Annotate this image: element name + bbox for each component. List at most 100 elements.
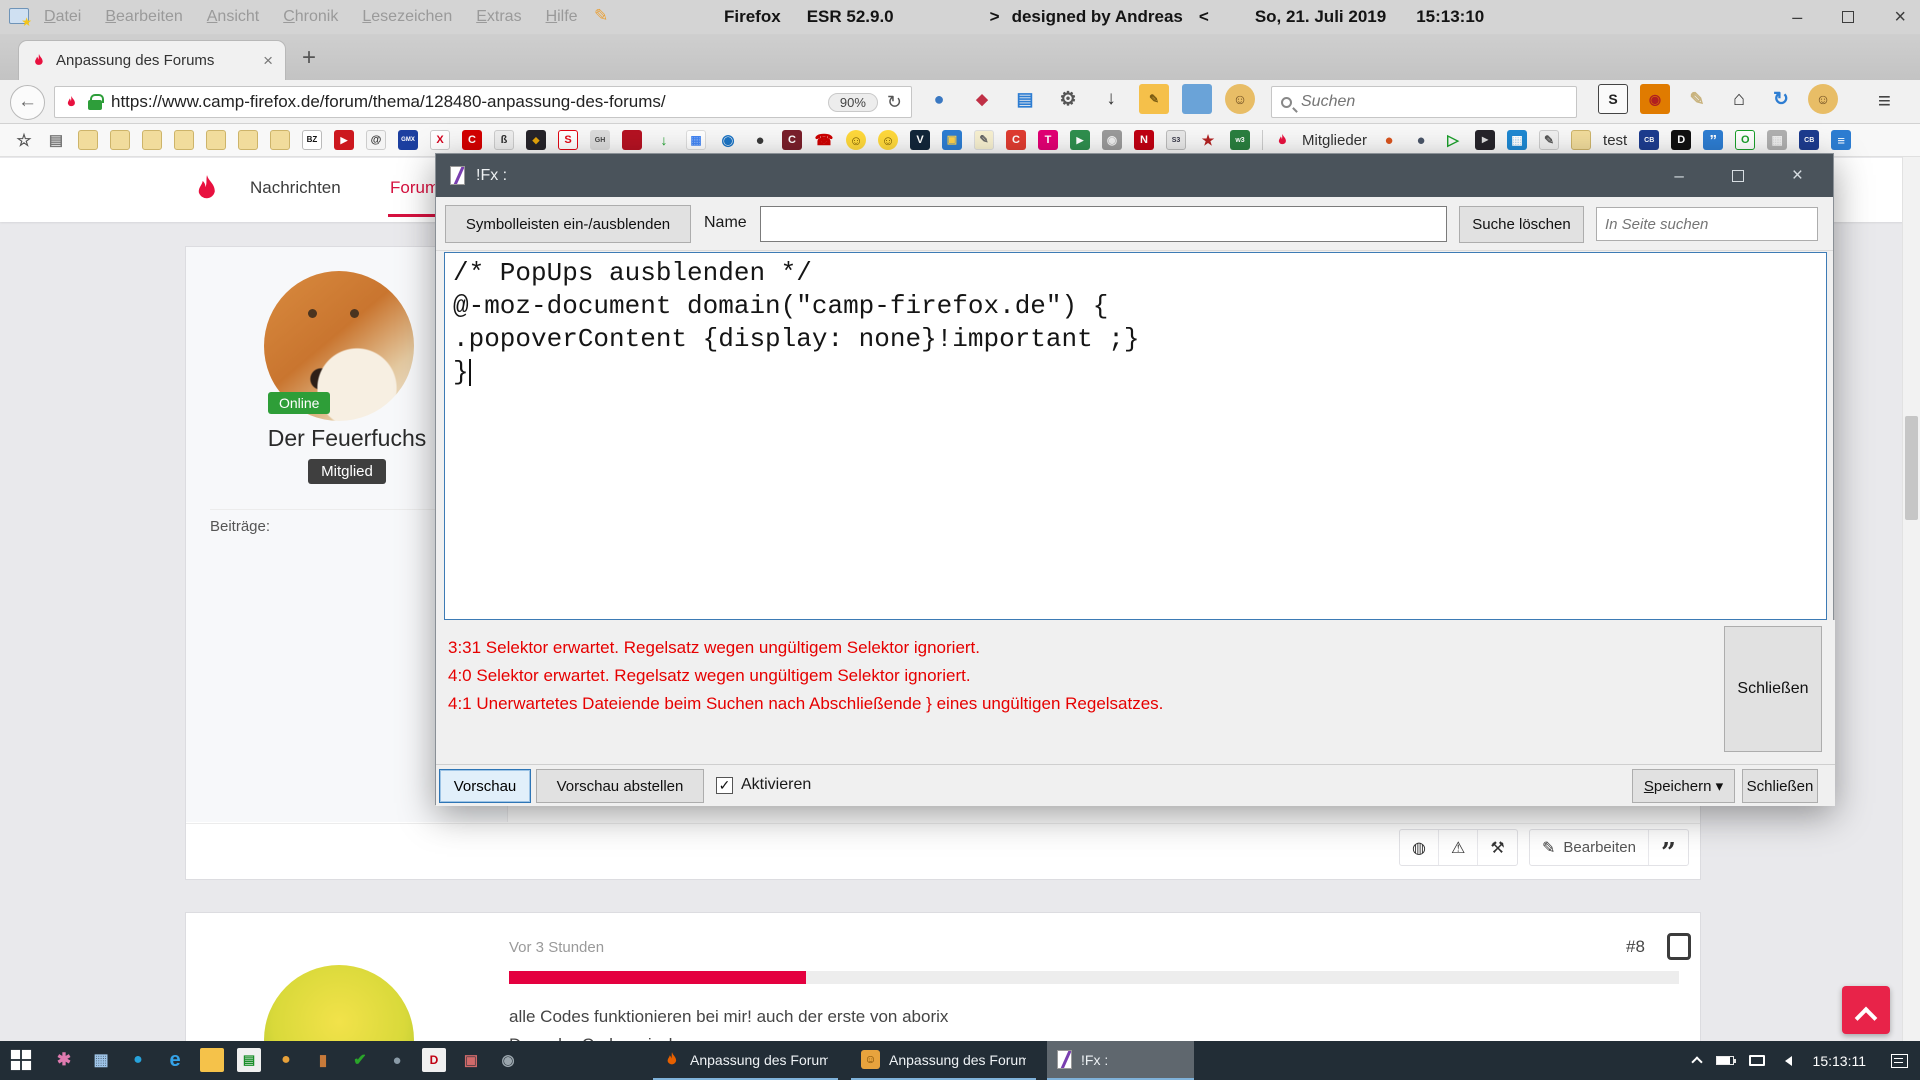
bookmark-folder-icon[interactable] [110,130,130,150]
monkey-icon[interactable]: ☺ [1225,84,1255,114]
smiley-favicon[interactable]: ☺ [846,130,866,150]
url-input[interactable] [111,92,819,112]
addon-red-icon[interactable]: ◆ [967,84,997,114]
sparkasse-favicon[interactable]: S [558,130,578,150]
search-input[interactable] [1301,93,1567,111]
maximize-icon[interactable] [1842,11,1854,23]
bookmark-folder-icon[interactable] [78,130,98,150]
book-icon[interactable]: ▮ [311,1048,335,1072]
bookmark-folder-icon[interactable] [270,130,290,150]
post-number[interactable]: #8 [1626,937,1645,957]
menu-item[interactable]: Ansicht [207,8,259,26]
taskbar-window-firefox[interactable]: Anpassung des Forum... [653,1041,838,1080]
lens-icon[interactable]: ◉ [496,1048,520,1072]
s3-ruler-favicon[interactable]: S3 [1166,130,1186,150]
display-icon[interactable] [1749,1055,1765,1066]
moderate-hammer-icon[interactable]: ⚒ [1478,830,1516,865]
globe-dark-favicon[interactable]: ● [1411,130,1431,150]
cb-blue-favicon[interactable]: CB [1639,130,1659,150]
tv-dark-favicon[interactable]: ▶ [1475,130,1495,150]
phone-red-favicon[interactable]: ☎ [814,130,834,150]
telekom-favicon[interactable]: T [1038,130,1058,150]
youtube-favicon[interactable]: ▶ [334,130,354,150]
menu-item[interactable]: Lesezeichen [362,8,452,26]
back-button[interactable]: ← [10,85,45,120]
download-green-favicon[interactable]: ↓ [654,130,674,150]
shop-bag-favicon[interactable]: ◆ [526,130,546,150]
bookmark-folder-icon[interactable] [174,130,194,150]
edge-icon[interactable]: e [163,1048,187,1072]
star-outline-icon[interactable]: ☆ [14,130,34,150]
toggle-toolbars-button[interactable]: Symbolleisten ein-/ausblenden [445,205,691,243]
new-tab-button[interactable]: + [302,44,316,72]
quill-icon[interactable]: ✎ [1682,84,1712,114]
menu-item[interactable]: Datei [44,8,81,26]
minimize-icon[interactable]: – [1674,166,1683,186]
menu-item[interactable]: Hilfe [546,8,578,26]
film-favicon[interactable]: ▶ [1070,130,1090,150]
forum-nav-forum[interactable]: Forum [390,178,439,198]
tab-panel-icon[interactable]: ▤ [1010,84,1040,114]
page-scrollbar[interactable] [1902,157,1920,1041]
bookmark-mitglieder[interactable]: Mitglieder [1302,132,1367,149]
taskbar-window-fx-editor[interactable]: !Fx : [1047,1041,1194,1080]
bookmark-folder-icon[interactable] [206,130,226,150]
bz-favicon[interactable]: BZ [302,130,322,150]
image-gray-favicon[interactable]: ▦ [1767,130,1787,150]
check-green-icon[interactable]: ✔ [348,1048,372,1072]
action-center-icon[interactable] [1891,1054,1908,1068]
ssl-lock-icon[interactable] [88,100,102,110]
notes-favicon[interactable]: ✎ [974,130,994,150]
folder-edit-icon[interactable]: ✎ [1139,84,1169,114]
edit-button[interactable]: ✎ Bearbeiten [1530,830,1649,865]
photo-blue-favicon[interactable]: ▣ [942,130,962,150]
google-apps-favicon[interactable]: ▦ [686,130,706,150]
menu-item[interactable]: Bearbeiten [105,8,182,26]
key-orange-icon[interactable]: ● [274,1048,298,1072]
test-folder-icon[interactable] [1571,130,1591,150]
gh-favicon[interactable]: GH [590,130,610,150]
tv-favicon[interactable]: V [910,130,930,150]
tray-expand-icon[interactable] [1691,1056,1702,1067]
folder-blue-icon[interactable] [1182,84,1212,114]
retro-pc-icon[interactable]: ▣ [459,1048,483,1072]
globe-icon[interactable]: ◍ [1400,830,1439,865]
report-warning-icon[interactable]: ⚠ [1439,830,1478,865]
quote-button[interactable]: ” [1649,830,1688,865]
download-arrow-icon[interactable]: ↓ [1096,84,1126,114]
search-bar[interactable] [1271,86,1577,118]
x-red-favicon[interactable]: X [430,130,450,150]
post-select-checkbox[interactable] [1667,933,1691,960]
windows-blue-favicon[interactable]: ▦ [1507,130,1527,150]
n-red-favicon[interactable]: N [1134,130,1154,150]
color-wheel-icon[interactable]: ✱ [52,1048,76,1072]
taskbar-window-forum[interactable]: ☺ Anpassung des Forum... [851,1041,1036,1080]
menu-hamburger-icon[interactable]: ≡ [1878,88,1891,114]
at-favicon[interactable]: @ [366,130,386,150]
green-doc-icon[interactable]: ▤ [237,1048,261,1072]
save-dropdown-arrow[interactable]: ▾ [1716,778,1724,795]
thunderbird-icon[interactable]: ● [126,1048,150,1072]
save-button[interactable]: Speichern ▾ [1632,769,1735,803]
cyberport-favicon[interactable]: C [782,130,802,150]
close-icon[interactable]: × [1894,6,1906,29]
cb-blue2-favicon[interactable]: CB [1799,130,1819,150]
battery-icon[interactable] [1716,1056,1734,1065]
dialog-titlebar[interactable]: !Fx : – × [436,154,1833,197]
start-button[interactable] [10,1049,32,1071]
url-bar[interactable]: 90% ↻ [54,86,912,118]
scroll-to-top-button[interactable] [1842,986,1890,1034]
taskbar-clock[interactable]: 15:13:11 [1813,1053,1866,1069]
css-code-editor[interactable]: /* PopUps ausblenden */@-moz-document do… [444,252,1827,620]
zoom-level-badge[interactable]: 90% [828,93,878,112]
pencil-favicon[interactable]: ✎ [1539,130,1559,150]
list-blue-favicon[interactable]: ≡ [1831,130,1851,150]
gmx-favicon[interactable]: GMX [398,130,418,150]
camera-favicon[interactable]: ◉ [1102,130,1122,150]
gray-app-icon[interactable]: ● [385,1048,409,1072]
gear-icon[interactable]: ⚙ [1053,84,1083,114]
checkbox-checked-icon[interactable]: ✓ [716,777,733,794]
d-red-icon[interactable]: D [422,1048,446,1072]
explorer-icon[interactable] [200,1048,224,1072]
w3-favicon[interactable]: w3 [1230,130,1250,150]
